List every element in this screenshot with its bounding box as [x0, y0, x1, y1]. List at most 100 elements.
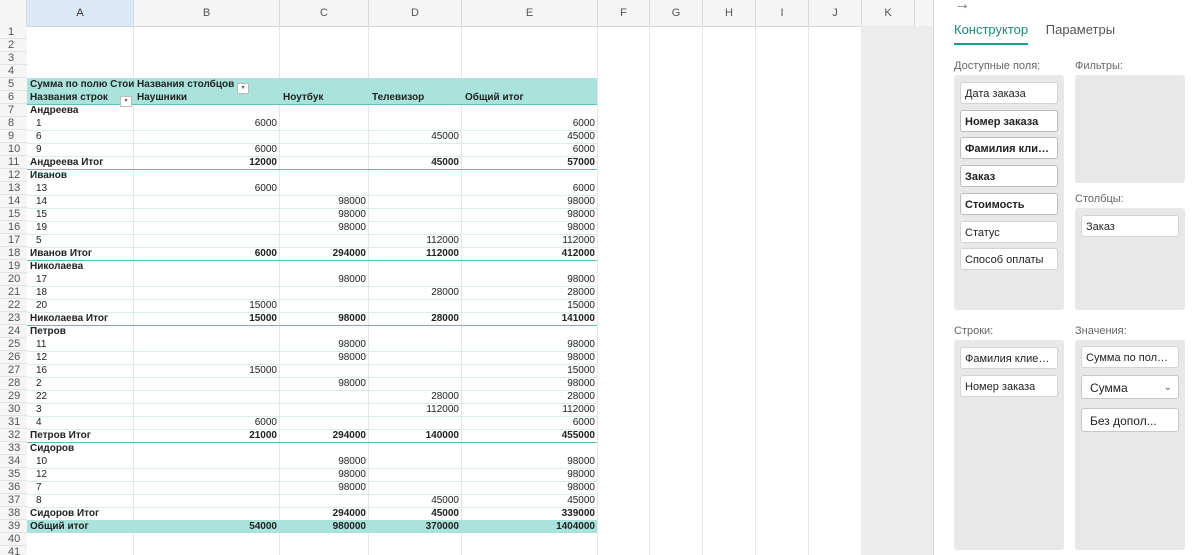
- cell[interactable]: 16: [27, 364, 134, 377]
- cell[interactable]: [134, 273, 280, 286]
- row-header[interactable]: 6: [0, 91, 27, 104]
- row-header[interactable]: 33: [0, 442, 27, 455]
- cell[interactable]: [280, 286, 369, 299]
- cell[interactable]: [134, 325, 280, 338]
- cell[interactable]: [134, 494, 280, 507]
- cell[interactable]: [369, 182, 462, 195]
- cell[interactable]: 6000: [462, 182, 598, 195]
- cell[interactable]: [369, 117, 462, 130]
- tab-parameters[interactable]: Параметры: [1046, 22, 1115, 43]
- filters-drop-zone[interactable]: [1075, 75, 1185, 183]
- values-drop-zone[interactable]: Сумма по полю ... Сумма ⌄ Без допол...: [1075, 340, 1185, 550]
- cell[interactable]: [369, 299, 462, 312]
- cell[interactable]: [134, 468, 280, 481]
- cell[interactable]: 294000: [280, 507, 369, 520]
- cell[interactable]: 112000: [369, 403, 462, 416]
- cell[interactable]: [280, 117, 369, 130]
- cell[interactable]: 6000: [134, 247, 280, 260]
- cell[interactable]: 112000: [369, 234, 462, 247]
- row-header[interactable]: 9: [0, 130, 27, 143]
- cell[interactable]: 112000: [369, 247, 462, 260]
- available-field-item[interactable]: Стоимость: [960, 192, 1058, 215]
- cell[interactable]: [134, 195, 280, 208]
- cell[interactable]: [134, 260, 280, 273]
- cell[interactable]: 98000: [462, 195, 598, 208]
- cell[interactable]: [369, 442, 462, 455]
- cell[interactable]: 3: [27, 403, 134, 416]
- cell[interactable]: Николаева: [27, 260, 134, 273]
- cell[interactable]: 11: [27, 338, 134, 351]
- cell[interactable]: Андреева Итог: [27, 156, 134, 169]
- available-field-item[interactable]: Статус: [960, 220, 1058, 243]
- cell[interactable]: 12: [27, 468, 134, 481]
- cell[interactable]: [369, 78, 462, 91]
- row-header[interactable]: 40: [0, 533, 27, 546]
- cell[interactable]: [369, 416, 462, 429]
- row-header[interactable]: 31: [0, 416, 27, 429]
- cell[interactable]: [134, 507, 280, 520]
- cell[interactable]: 15000: [134, 299, 280, 312]
- cell[interactable]: 5: [27, 234, 134, 247]
- cell[interactable]: [280, 260, 369, 273]
- cell[interactable]: 12: [27, 351, 134, 364]
- row-header[interactable]: 35: [0, 468, 27, 481]
- row-header[interactable]: 36: [0, 481, 27, 494]
- cell[interactable]: Телевизор: [369, 91, 462, 104]
- cell[interactable]: [369, 338, 462, 351]
- cell[interactable]: 98000: [280, 377, 369, 390]
- cell[interactable]: 6000: [134, 117, 280, 130]
- available-field-item[interactable]: Номер заказа: [960, 109, 1058, 132]
- cell[interactable]: 98000: [462, 208, 598, 221]
- cell[interactable]: 1404000: [462, 520, 598, 533]
- cell[interactable]: [369, 468, 462, 481]
- row-header[interactable]: 4: [0, 65, 27, 78]
- cell[interactable]: Николаева Итог: [27, 312, 134, 325]
- cell[interactable]: 98000: [462, 221, 598, 234]
- cell[interactable]: 2: [27, 377, 134, 390]
- cell[interactable]: [369, 273, 462, 286]
- cell[interactable]: 112000: [462, 403, 598, 416]
- cell[interactable]: [134, 104, 280, 117]
- cell[interactable]: [134, 338, 280, 351]
- cell[interactable]: 28000: [369, 312, 462, 325]
- cell[interactable]: [369, 208, 462, 221]
- cell[interactable]: 28000: [369, 390, 462, 403]
- cell[interactable]: 6000: [462, 143, 598, 156]
- row-header[interactable]: 17: [0, 234, 27, 247]
- row-header[interactable]: 16: [0, 221, 27, 234]
- cell[interactable]: 21000: [134, 429, 280, 442]
- cell[interactable]: Наушники: [134, 91, 280, 104]
- cell[interactable]: [369, 325, 462, 338]
- value-field-item[interactable]: Сумма по полю ...: [1081, 346, 1179, 368]
- cell[interactable]: [280, 234, 369, 247]
- aggregation-select[interactable]: Сумма ⌄: [1081, 375, 1179, 399]
- cell[interactable]: 98000: [280, 455, 369, 468]
- available-field-item[interactable]: Фамилия клие...: [960, 137, 1058, 160]
- row-header[interactable]: 5: [0, 78, 27, 91]
- cell[interactable]: [280, 442, 369, 455]
- row-header[interactable]: 38: [0, 507, 27, 520]
- cell[interactable]: 370000: [369, 520, 462, 533]
- cell[interactable]: [369, 455, 462, 468]
- cell[interactable]: [280, 494, 369, 507]
- cell[interactable]: [280, 143, 369, 156]
- row-header[interactable]: 19: [0, 260, 27, 273]
- cell[interactable]: Сидоров: [27, 442, 134, 455]
- column-header-h[interactable]: H: [703, 0, 756, 26]
- cell[interactable]: 13: [27, 182, 134, 195]
- cell[interactable]: [134, 169, 280, 182]
- column-header-b[interactable]: B: [134, 0, 280, 26]
- row-header[interactable]: 26: [0, 351, 27, 364]
- column-header-a[interactable]: A: [27, 0, 134, 26]
- column-filter-button[interactable]: ▾: [237, 83, 249, 94]
- cell[interactable]: 98000: [280, 338, 369, 351]
- cell[interactable]: [462, 325, 598, 338]
- cell[interactable]: 15: [27, 208, 134, 221]
- row-header[interactable]: 18: [0, 247, 27, 260]
- cell[interactable]: [280, 156, 369, 169]
- cell[interactable]: [280, 299, 369, 312]
- cell[interactable]: 98000: [462, 468, 598, 481]
- cell[interactable]: 141000: [462, 312, 598, 325]
- cell[interactable]: [134, 286, 280, 299]
- cell[interactable]: [134, 208, 280, 221]
